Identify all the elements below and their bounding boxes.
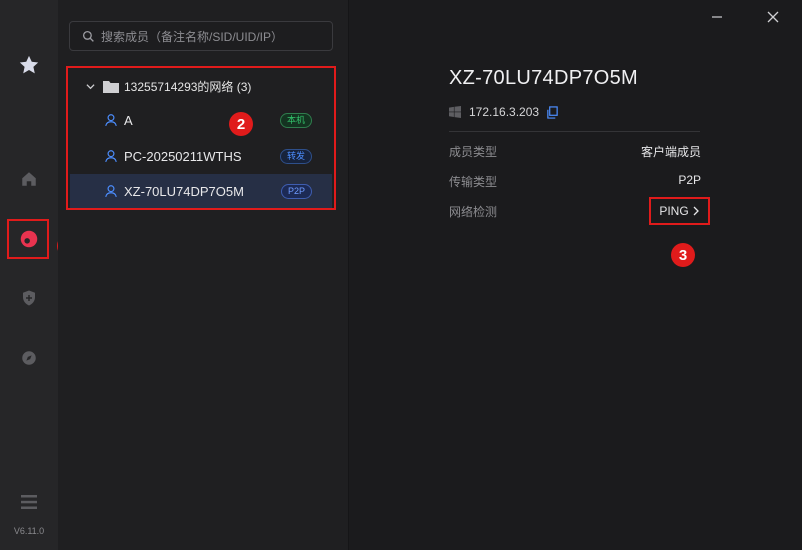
network-group-row[interactable]: 13255714293的网络 (3) [86, 78, 251, 95]
user-icon [105, 150, 117, 162]
callout-2: 2 [229, 112, 253, 136]
tag-relay: 转发 [279, 148, 312, 164]
device-title: XZ-70LU74DP7O5M [449, 67, 639, 89]
chevron-down-icon [86, 84, 95, 90]
close-button[interactable] [764, 8, 782, 26]
member-row[interactable]: A 本机 [70, 103, 332, 137]
member-detail-panel: XZ-70LU74DP7O5M 172.16.3.203 成员类型 客户端成员 … [349, 0, 802, 550]
member-row[interactable]: PC-20250211WTHS 转发 [70, 139, 332, 173]
minimize-button[interactable] [708, 8, 726, 26]
minimize-icon [712, 16, 722, 18]
search-input[interactable]: 搜索成员（备注名称/SID/UID/IP） [69, 21, 333, 51]
version-label: V6.11.0 [13, 526, 45, 536]
chevron-right-icon [693, 206, 699, 216]
member-list-panel: 搜索成员（备注名称/SID/UID/IP） 13255714293的网络 (3)… [58, 0, 349, 550]
ip-address: 172.16.3.203 [469, 105, 540, 119]
menu-icon[interactable] [0, 482, 58, 522]
ip-row: 172.16.3.203 [449, 105, 559, 119]
folder-icon [103, 81, 119, 93]
member-row-selected[interactable]: XZ-70LU74DP7O5M P2P [70, 174, 332, 208]
callout-3: 3 [671, 243, 695, 267]
home-icon[interactable] [0, 159, 58, 199]
highlight-network-tab [7, 219, 49, 259]
shield-plus-icon[interactable] [0, 278, 58, 318]
tag-p2p: P2P [280, 183, 312, 199]
member-name: A [124, 112, 133, 128]
user-icon [105, 185, 117, 197]
close-icon [767, 11, 779, 23]
member-type-value: 客户端成员 [640, 145, 701, 159]
member-type-label: 成员类型 [449, 145, 498, 159]
sidebar-rail: V6.11.0 [0, 0, 59, 550]
divider [449, 131, 700, 132]
search-placeholder: 搜索成员（备注名称/SID/UID/IP） [101, 29, 284, 44]
ping-label: PING [659, 204, 689, 218]
tag-local: 本机 [279, 112, 312, 128]
member-name: XZ-70LU74DP7O5M [124, 183, 244, 199]
compass-icon[interactable] [0, 338, 58, 378]
search-icon [82, 30, 94, 42]
network-check-label: 网络检测 [449, 205, 498, 219]
transport-type-value: P2P [678, 173, 701, 187]
windows-icon [449, 106, 461, 118]
ping-button[interactable]: PING [649, 197, 710, 225]
member-name: PC-20250211WTHS [124, 148, 242, 164]
member-tree: 13255714293的网络 (3) A 本机 PC-20250211WTHS … [66, 66, 336, 210]
copy-icon[interactable] [546, 105, 559, 119]
network-group-label: 13255714293的网络 (3) [124, 80, 252, 94]
transport-type-label: 传输类型 [449, 175, 498, 189]
user-icon [105, 114, 117, 126]
star-icon[interactable] [0, 45, 58, 85]
